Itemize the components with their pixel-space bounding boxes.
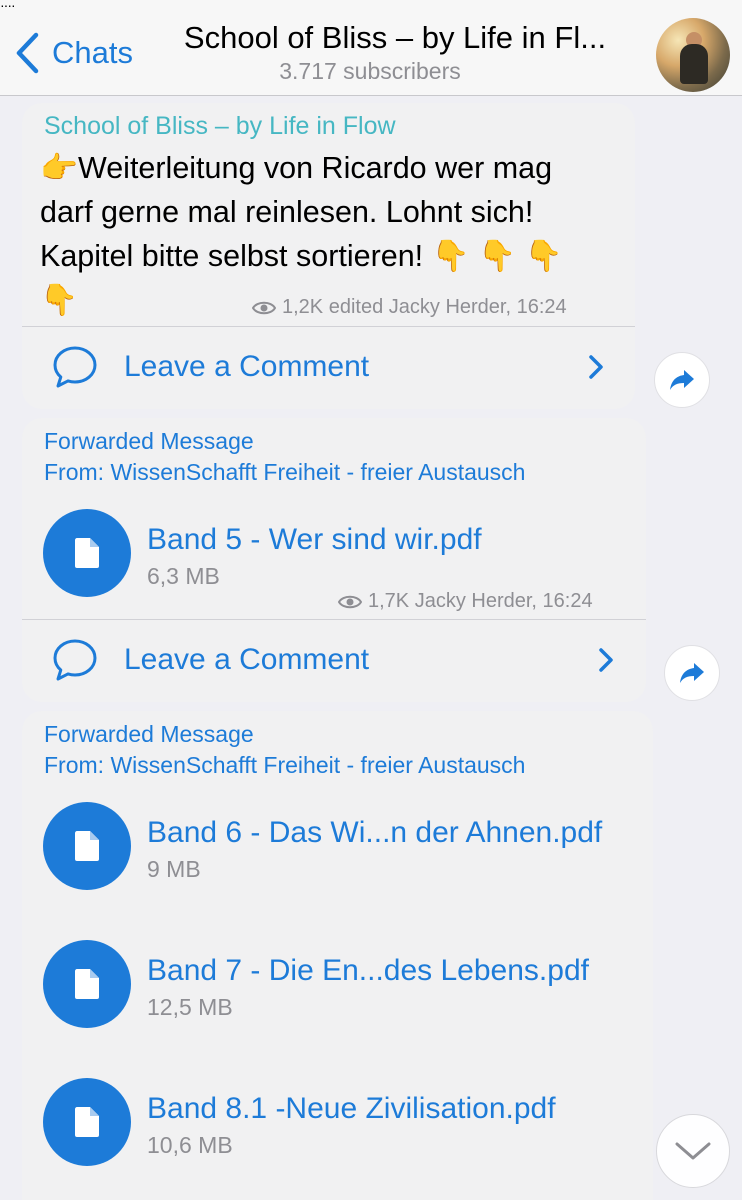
- message-text-line-4: 👇: [40, 283, 78, 317]
- forwarded-from-name: WissenSchafft Freiheit - freier Austausc…: [110, 459, 526, 485]
- document-icon: [75, 538, 99, 568]
- file-name[interactable]: Band 6 - Das Wi...n der Ahnen.pdf: [147, 816, 602, 850]
- chevron-left-icon: [16, 32, 39, 74]
- leave-comment-button[interactable]: Leave a Comment: [52, 344, 612, 390]
- file-info: Band 5 - Wer sind wir.pdf 6,3 MB: [147, 509, 482, 590]
- share-button-2[interactable]: [664, 645, 720, 701]
- chat-header: ···· Chats School of Bliss – by Life in …: [0, 0, 742, 96]
- eye-icon: [252, 301, 276, 314]
- edited-author-time: edited Jacky Herder, 16:24: [328, 296, 567, 318]
- file-name[interactable]: Band 5 - Wer sind wir.pdf: [147, 523, 482, 557]
- chevron-right-icon: [589, 355, 603, 379]
- file-info: Band 7 - Die En...des Lebens.pdf 12,5 MB: [147, 940, 589, 1021]
- chevron-right-icon: [599, 648, 613, 672]
- comment-bubble-icon: [53, 346, 97, 388]
- file-download-button[interactable]: [43, 802, 131, 890]
- channel-title[interactable]: School of Bliss – by Life in Fl...: [160, 20, 630, 56]
- file-info: Band 8.1 -Neue Zivilisation.pdf 10,6 MB: [147, 1078, 556, 1159]
- comment-bubble-icon: [53, 639, 97, 681]
- message-meta: 1,2K edited Jacky Herder, 16:24: [252, 296, 567, 319]
- file-size: 12,5 MB: [147, 994, 233, 1020]
- forwarded-label: Forwarded Message: [44, 428, 254, 454]
- avatar-person-shape: [680, 44, 708, 84]
- chevron-down-icon: [675, 1142, 711, 1160]
- file-download-button[interactable]: [43, 1078, 131, 1166]
- eye-icon: [338, 595, 362, 608]
- forwarded-from-name: WissenSchafft Freiheit - freier Austausc…: [110, 752, 526, 778]
- message-text-line-3: Kapitel bitte selbst sortieren! 👇 👇 👇: [40, 239, 563, 273]
- file-attachment[interactable]: Band 8.1 -Neue Zivilisation.pdf 10,6 MB: [43, 1078, 556, 1166]
- message-text-line-1: 👉Weiterleitung von Ricardo wer mag: [40, 151, 553, 185]
- scroll-to-bottom-button[interactable]: [656, 1114, 730, 1188]
- back-button[interactable]: Chats: [14, 28, 133, 78]
- share-arrow-icon: [680, 663, 704, 683]
- share-arrow-icon: [670, 370, 694, 390]
- message-sender[interactable]: School of Bliss – by Life in Flow: [44, 112, 396, 141]
- message-text-line-2: darf gerne mal reinlesen. Lohnt sich!: [40, 195, 534, 229]
- status-bar-fragment: ····: [0, 0, 16, 13]
- forwarded-label: Forwarded Message: [44, 721, 254, 747]
- document-icon: [75, 1107, 99, 1137]
- file-attachment[interactable]: Band 6 - Das Wi...n der Ahnen.pdf 9 MB: [43, 802, 602, 890]
- file-download-button[interactable]: [43, 509, 131, 597]
- subscriber-count: 3.717 subscribers: [279, 58, 461, 84]
- share-button-1[interactable]: [654, 352, 710, 408]
- message-meta: 1,7K Jacky Herder, 16:24: [338, 590, 593, 613]
- leave-comment-button[interactable]: Leave a Comment: [52, 637, 622, 683]
- file-download-button[interactable]: [43, 940, 131, 1028]
- view-count: 1,2K: [282, 296, 324, 318]
- channel-avatar[interactable]: [656, 18, 730, 92]
- file-size: 6,3 MB: [147, 563, 220, 589]
- file-name[interactable]: Band 7 - Die En...des Lebens.pdf: [147, 954, 589, 988]
- leave-comment-label: Leave a Comment: [124, 643, 370, 676]
- file-name[interactable]: Band 8.1 -Neue Zivilisation.pdf: [147, 1092, 556, 1126]
- back-label: Chats: [52, 35, 133, 70]
- file-attachment[interactable]: Band 7 - Die En...des Lebens.pdf 12,5 MB: [43, 940, 589, 1028]
- leave-comment-label: Leave a Comment: [124, 350, 370, 383]
- file-info: Band 6 - Das Wi...n der Ahnen.pdf 9 MB: [147, 802, 602, 883]
- forwarded-from-prefix: From:: [44, 752, 105, 778]
- forwarded-from[interactable]: From: WissenSchafft Freiheit - freier Au…: [44, 459, 525, 486]
- view-count: 1,7K: [368, 590, 410, 612]
- author-time: Jacky Herder, 16:24: [414, 590, 593, 612]
- file-size: 10,6 MB: [147, 1132, 233, 1158]
- comment-divider: [22, 326, 635, 327]
- forwarded-from-prefix: From:: [44, 459, 105, 485]
- comment-divider: [22, 619, 646, 620]
- file-size: 9 MB: [147, 856, 201, 882]
- document-icon: [75, 831, 99, 861]
- forwarded-from[interactable]: From: WissenSchafft Freiheit - freier Au…: [44, 752, 525, 779]
- document-icon: [75, 969, 99, 999]
- file-attachment[interactable]: Band 5 - Wer sind wir.pdf 6,3 MB: [43, 509, 482, 597]
